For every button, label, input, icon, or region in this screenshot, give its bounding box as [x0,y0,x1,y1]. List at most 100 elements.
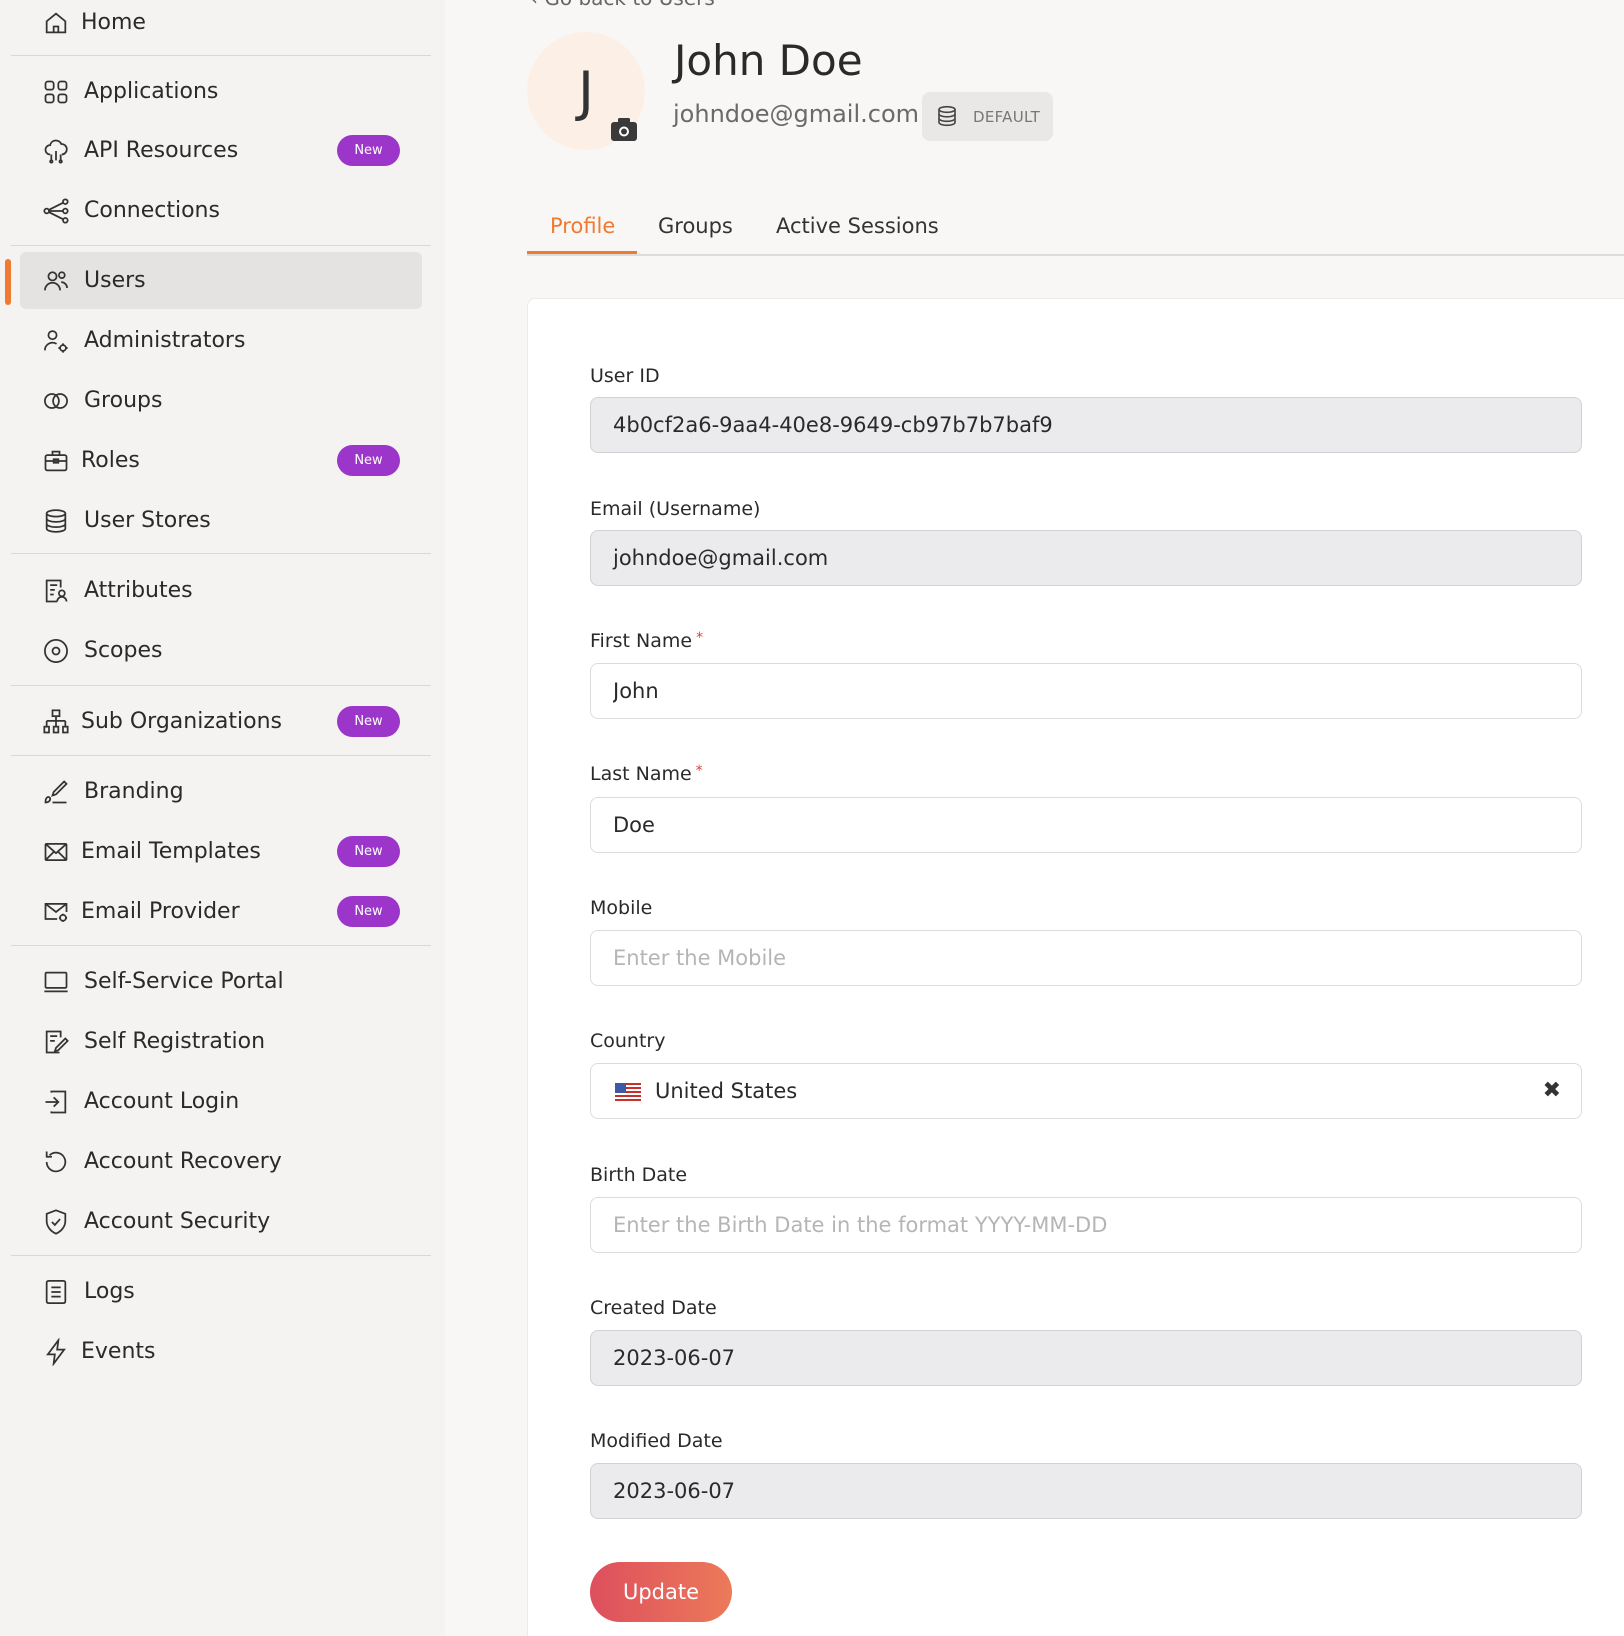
sidebar-item-label: Home [81,10,146,35]
sidebar-item-events[interactable]: Events [20,1323,422,1380]
api-resources-icon [41,136,71,166]
sidebar-item-scopes[interactable]: Scopes [20,622,422,679]
sidebar-item-connections[interactable]: Connections [20,182,422,239]
chevron-left-icon: ‹ [530,0,538,10]
user-stores-icon [41,506,71,536]
connections-icon [41,196,71,226]
first-name-input[interactable] [590,663,1582,719]
email-templates-icon [41,837,71,867]
new-badge: New [337,135,400,166]
camera-icon[interactable] [610,116,638,142]
roles-icon [41,446,71,476]
sidebar-item-label: Logs [84,1279,135,1304]
divider [11,553,431,554]
sidebar-item-label: Branding [84,779,184,804]
update-button[interactable]: Update [590,1562,732,1622]
first-name-label: First Name * [590,630,703,652]
mobile-input[interactable] [590,930,1582,986]
last-name-label-text: Last Name [590,763,692,785]
sidebar-item-label: User Stores [84,508,211,533]
user-id-label: User ID [590,365,660,387]
sidebar-item-self-registration[interactable]: Self Registration [20,1013,422,1070]
sidebar-item-account-security[interactable]: Account Security [20,1193,422,1250]
divider [11,685,431,686]
account-security-icon [41,1207,71,1237]
user-store-tag: DEFAULT [922,92,1053,141]
sidebar-item-label: Self-Service Portal [84,969,284,994]
modified-date-label: Modified Date [590,1430,723,1452]
sidebar-item-home[interactable]: Home [20,0,422,51]
sidebar-item-label: Account Security [84,1209,271,1234]
mobile-label: Mobile [590,897,653,919]
first-name-label-text: First Name [590,630,693,652]
branding-icon [41,777,71,807]
scopes-icon [41,636,71,666]
email-provider-icon [41,897,71,927]
new-badge: New [337,706,400,737]
required-marker: * [696,630,704,646]
sidebar-item-roles[interactable]: Roles New [20,432,422,489]
sidebar-item-user-stores[interactable]: User Stores [20,492,422,549]
sidebar-item-label: Events [81,1339,156,1364]
sidebar-item-label: Administrators [84,328,246,353]
sidebar-item-label: Roles [81,448,140,473]
events-icon [41,1337,71,1367]
sidebar-item-sub-organizations[interactable]: Sub Organizations New [20,693,422,750]
sidebar-item-applications[interactable]: Applications [20,63,422,120]
sidebar-item-label: Account Login [84,1089,240,1114]
attributes-icon [41,576,71,606]
tab-bar: Profile Groups Active Sessions [527,200,1624,256]
user-id-field: 4b0cf2a6-9aa4-40e8-9649-cb97b7b7baf9 [590,397,1582,453]
divider [11,1255,431,1256]
sidebar-item-email-templates[interactable]: Email Templates New [20,823,422,880]
sidebar-item-logs[interactable]: Logs [20,1263,422,1320]
back-link[interactable]: ‹ Go back to Users [530,0,715,10]
divider [11,755,431,756]
country-value: United States [655,1079,798,1103]
self-service-portal-icon [41,967,71,997]
tab-active-sessions[interactable]: Active Sessions [776,214,939,238]
groups-icon [41,386,71,416]
sidebar-item-label: Account Recovery [84,1149,282,1174]
country-select[interactable]: United States ✖ [590,1063,1582,1119]
tab-groups[interactable]: Groups [658,214,733,238]
sidebar-item-account-recovery[interactable]: Account Recovery [20,1133,422,1190]
modified-date-field: 2023-06-07 [590,1463,1582,1519]
sidebar-item-account-login[interactable]: Account Login [20,1073,422,1130]
required-marker: * [695,763,703,779]
clear-icon[interactable]: ✖ [1543,1078,1561,1103]
sidebar-item-administrators[interactable]: Administrators [20,312,422,369]
database-icon [938,105,956,127]
sidebar-item-api-resources[interactable]: API Resources New [20,122,422,179]
created-date-field: 2023-06-07 [590,1330,1582,1386]
sidebar-item-self-service-portal[interactable]: Self-Service Portal [20,953,422,1010]
sidebar-item-label: Sub Organizations [81,709,282,734]
avatar-initial: J [578,59,594,123]
last-name-input[interactable] [590,797,1582,853]
self-registration-icon [41,1027,71,1057]
users-icon [41,266,71,296]
user-name: John Doe [674,36,863,85]
tab-profile[interactable]: Profile [550,214,615,238]
sidebar-item-users[interactable]: Users [20,252,422,309]
birth-date-input[interactable] [590,1197,1582,1253]
sidebar-item-groups[interactable]: Groups [20,372,422,429]
account-login-icon [41,1087,71,1117]
sidebar-item-attributes[interactable]: Attributes [20,562,422,619]
sidebar-item-label: Users [84,268,146,293]
sidebar: Home Applications API Resources New Conn… [0,0,445,1636]
birth-date-label: Birth Date [590,1164,688,1186]
sidebar-item-label: Attributes [84,578,193,603]
applications-icon [41,77,71,107]
new-badge: New [337,445,400,476]
sidebar-item-email-provider[interactable]: Email Provider New [20,883,422,940]
sidebar-item-label: Applications [84,79,219,104]
created-date-label: Created Date [590,1297,717,1319]
logs-icon [41,1277,71,1307]
sub-organizations-icon [41,707,71,737]
sidebar-item-label: Connections [84,198,220,223]
divider [11,55,431,56]
user-store-label: DEFAULT [973,107,1041,126]
sidebar-item-branding[interactable]: Branding [20,763,422,820]
administrators-icon [41,326,71,356]
